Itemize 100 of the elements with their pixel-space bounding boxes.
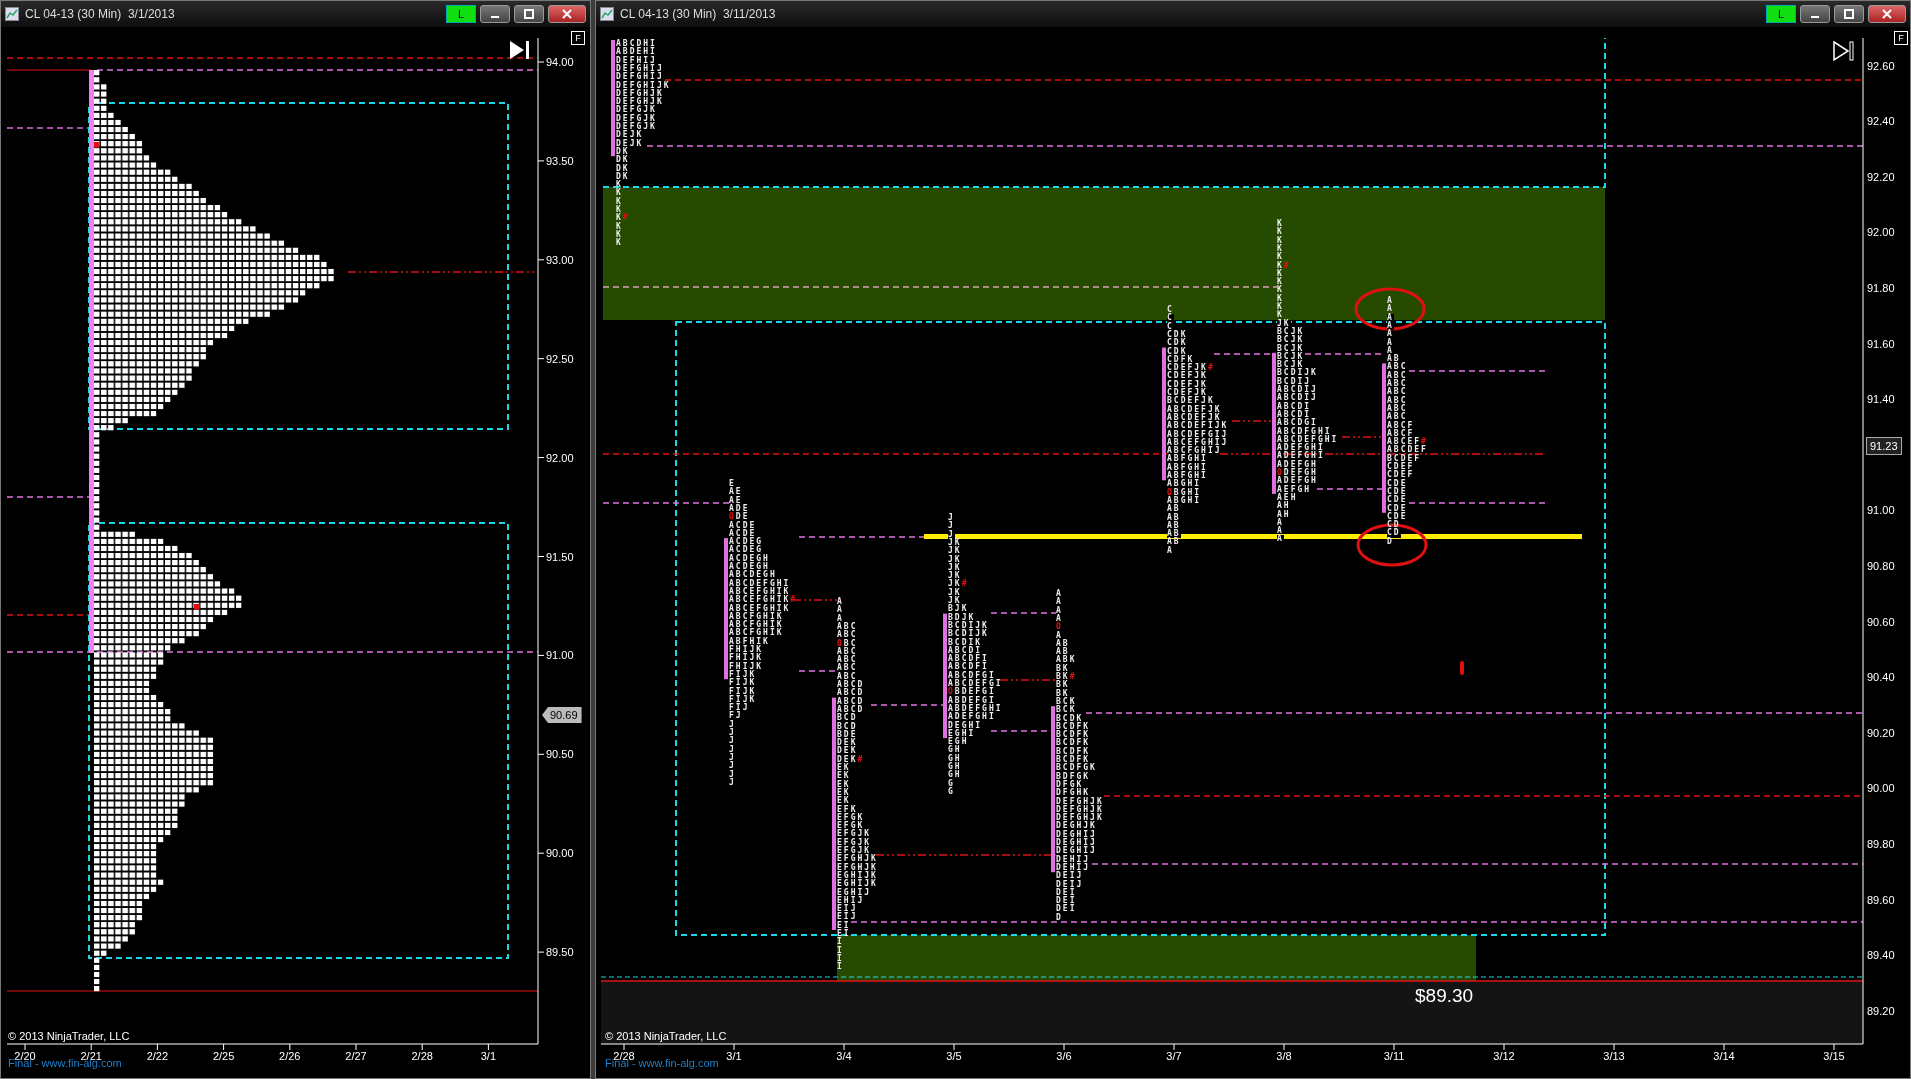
- tpo-letters: BCK: [1056, 697, 1077, 706]
- tpo-letters: K: [616, 206, 623, 214]
- f-button[interactable]: F: [571, 31, 585, 45]
- tpo-letters: FHIJK: [729, 654, 764, 663]
- tpo-letters: BCJK: [1277, 344, 1305, 353]
- price-axis-label: 92.50: [546, 351, 574, 366]
- tpo-letters: JK: [948, 538, 962, 547]
- tpo-letters: EFGJK: [837, 838, 872, 847]
- tpo-letters: ABC: [837, 631, 858, 640]
- tpo-letters: ABCFGHIJ: [1167, 447, 1222, 456]
- tpo-letters: I: [837, 938, 844, 947]
- tpo-letters: BDFGK: [1056, 772, 1091, 781]
- tpo-letters: DEFGHJK: [1056, 797, 1104, 806]
- tpo-letters: FIJK: [729, 687, 757, 696]
- tpo-letters: A: [1387, 346, 1394, 355]
- tpo-letters: K: [1277, 294, 1284, 303]
- tpo-letters: FHIJK: [729, 662, 764, 671]
- tpo-letters: DEHIJ: [1056, 863, 1091, 872]
- tpo-letters: BK: [1056, 664, 1070, 673]
- tpo-letters: ABK: [1056, 656, 1077, 665]
- tpo-letters: A: [837, 598, 844, 606]
- tpo-letters: ABCFGHIK: [729, 621, 784, 630]
- tpo-letters: CDE: [1387, 512, 1408, 521]
- tpo-letters: BCDFK: [1056, 739, 1091, 748]
- tpo-letters: AEH: [1277, 493, 1298, 502]
- tpo-letters: BCDFK: [1056, 756, 1091, 764]
- tpo-letters: ABC: [1387, 380, 1408, 388]
- tpo-letters: DEFGHJK: [1056, 814, 1104, 823]
- tpo-letters: CDEFJK: [1167, 372, 1208, 381]
- tpo-letters: FIJK: [729, 679, 757, 688]
- tpo-letters: ABFGHI: [1167, 463, 1208, 472]
- tpo-letters: G: [948, 779, 955, 788]
- tpo-letters: J: [729, 753, 736, 762]
- tpo-letters: A: [1056, 614, 1063, 623]
- date-axis-label: 3/6: [1055, 1049, 1073, 1063]
- price-axis-label: 91.00: [1867, 503, 1895, 518]
- current-price-marker: 91.23: [1867, 438, 1901, 454]
- tpo-letters: CDEF: [1387, 471, 1415, 480]
- tpo-letters: DEK#: [837, 755, 865, 764]
- tpo-letters: FIJK: [729, 695, 757, 704]
- tpo-letters: BCDIJK: [948, 621, 989, 630]
- tpo-letters: K: [1277, 286, 1284, 295]
- tpo-letters: C: [1167, 314, 1174, 323]
- date-axis-label: 3/5: [945, 1049, 963, 1063]
- tpo-letters: A: [1277, 535, 1284, 544]
- tpo-letters: OBGHI: [1167, 488, 1202, 497]
- tpo-letters: AH: [1277, 502, 1291, 511]
- tpo-letters: ABCDI: [1277, 402, 1312, 411]
- tpo-letters: DEI: [1056, 905, 1077, 914]
- mode-button[interactable]: L: [1766, 5, 1796, 23]
- tpo-letters: CDK: [1167, 330, 1188, 339]
- tpo-letters: EIJ: [837, 913, 858, 922]
- tpo-letters: DEFGHIJK: [616, 81, 671, 90]
- tpo-letters: DK: [616, 156, 630, 165]
- tpo-letters: DK: [616, 164, 630, 173]
- tpo-letters: EGHIJ: [837, 888, 872, 897]
- tpo-letters: DEFGHIJ: [616, 73, 664, 82]
- tpo-letters: BK#: [1056, 673, 1077, 681]
- tpo-letters: ABGHI: [1167, 496, 1202, 505]
- price-axis-label: 89.50: [546, 945, 574, 960]
- mode-button[interactable]: L: [446, 5, 476, 23]
- tpo-letters: ABCFGHIK: [729, 629, 784, 638]
- tpo-letters: J: [729, 729, 736, 737]
- tpo-letters: AEFGH: [1277, 485, 1312, 494]
- tpo-letters: DEFGHJK: [616, 98, 664, 107]
- tpo-letters: JK#: [948, 580, 969, 589]
- price-axis-label: 94.00: [546, 55, 574, 69]
- tpo-letters: ABC: [1387, 371, 1408, 380]
- tpo-letters: ABCDEFJK: [1167, 405, 1222, 414]
- price-axis-label: 90.60: [1867, 614, 1895, 629]
- tpo-letters: A: [1056, 631, 1063, 640]
- tpo-letters: ADEFGH: [1277, 477, 1318, 486]
- tpo-letters: EFGHJK: [837, 863, 878, 872]
- tpo-letters: EK: [837, 788, 851, 797]
- tpo-letters: CD: [1387, 529, 1401, 538]
- tpo-letters: K: [616, 230, 623, 239]
- tpo-letters: ADEFGH: [1277, 460, 1318, 469]
- tpo-letters: ABFGHI: [1167, 455, 1208, 464]
- tpo-letters: ACDE: [729, 521, 757, 530]
- tpo-letters: O: [1056, 623, 1063, 632]
- tpo-letters: K: [1277, 244, 1284, 253]
- tpo-letters: ABCDFI: [948, 655, 989, 664]
- tpo-letters: ABC: [837, 656, 858, 665]
- tpo-letters: BK: [1056, 681, 1070, 690]
- price-axis-label: 90.40: [1867, 670, 1895, 685]
- tpo-letters: DK: [616, 147, 630, 156]
- tpo-letters: CDEFJK: [1167, 380, 1208, 389]
- tpo-letters: K#: [616, 214, 630, 223]
- tpo-letters: BCDFK: [1056, 747, 1091, 756]
- tpo-letters: GH: [948, 763, 962, 771]
- tpo-letters: ABCDEF: [1387, 446, 1428, 455]
- tpo-letters: J: [948, 522, 955, 531]
- f-button[interactable]: F: [1894, 31, 1908, 45]
- tpo-letters: JK: [948, 563, 962, 572]
- tpo-letters: AB: [1056, 639, 1070, 648]
- tpo-letters: ABCDHI: [616, 40, 657, 48]
- tpo-letters: ABCEFGHIK#: [729, 596, 798, 605]
- tpo-letters: DEGHI: [948, 721, 983, 730]
- date-axis-label: 3/1: [479, 1049, 498, 1063]
- tpo-letters: ABCD: [837, 705, 865, 714]
